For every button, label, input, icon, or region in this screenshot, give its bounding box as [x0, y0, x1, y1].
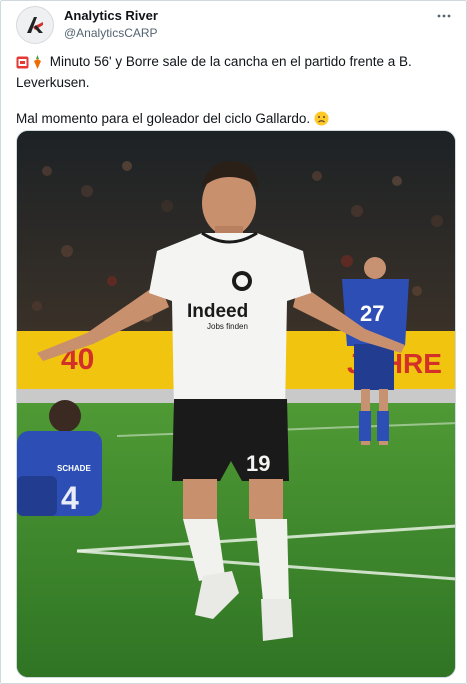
more-dots-icon — [437, 14, 451, 18]
tweet-photo[interactable]: 40 JAHRE SCHADE 4 27 Indeed Jobs finden … — [16, 130, 456, 678]
carrot-icon — [32, 55, 43, 74]
sponsor-text: Indeed — [187, 301, 248, 322]
author-display-name[interactable]: Analytics River — [64, 7, 158, 24]
tweet-line-2-wrap: Mal momento para el goleador del ciclo G… — [16, 110, 446, 131]
sponsor-sub: Jobs finden — [207, 322, 248, 331]
tweet-line-1-wrap: Minuto 56' y Borre sale de la cancha en … — [16, 53, 446, 92]
author-handle[interactable]: @AnalyticsCARP — [64, 25, 158, 41]
river-arrow-logo-icon — [27, 17, 43, 33]
author-names: Analytics River @AnalyticsCARP — [64, 7, 158, 41]
opponent-name-back: SCHADE — [57, 464, 91, 473]
opponent-number: 27 — [360, 301, 384, 326]
tweet-header: Analytics River @AnalyticsCARP — [16, 6, 456, 46]
tweet-text: Minuto 56' y Borre sale de la cancha en … — [16, 53, 446, 131]
author-avatar[interactable] — [16, 6, 54, 44]
opponent-number-sitting: 4 — [61, 480, 79, 516]
sad-face-emoji — [314, 111, 329, 131]
more-options-button[interactable] — [432, 6, 456, 26]
tweet-line-1: Minuto 56' y Borre sale de la cancha en … — [16, 54, 412, 90]
stadium-icon — [16, 56, 29, 74]
football-player-photo: 40 JAHRE SCHADE 4 27 Indeed Jobs finden … — [17, 131, 455, 677]
shirt-number: 19 — [246, 451, 270, 476]
tweet-line-2: Mal momento para el goleador del ciclo G… — [16, 111, 311, 126]
tweet-card: Analytics River @AnalyticsCARP Minuto 56… — [0, 0, 467, 684]
